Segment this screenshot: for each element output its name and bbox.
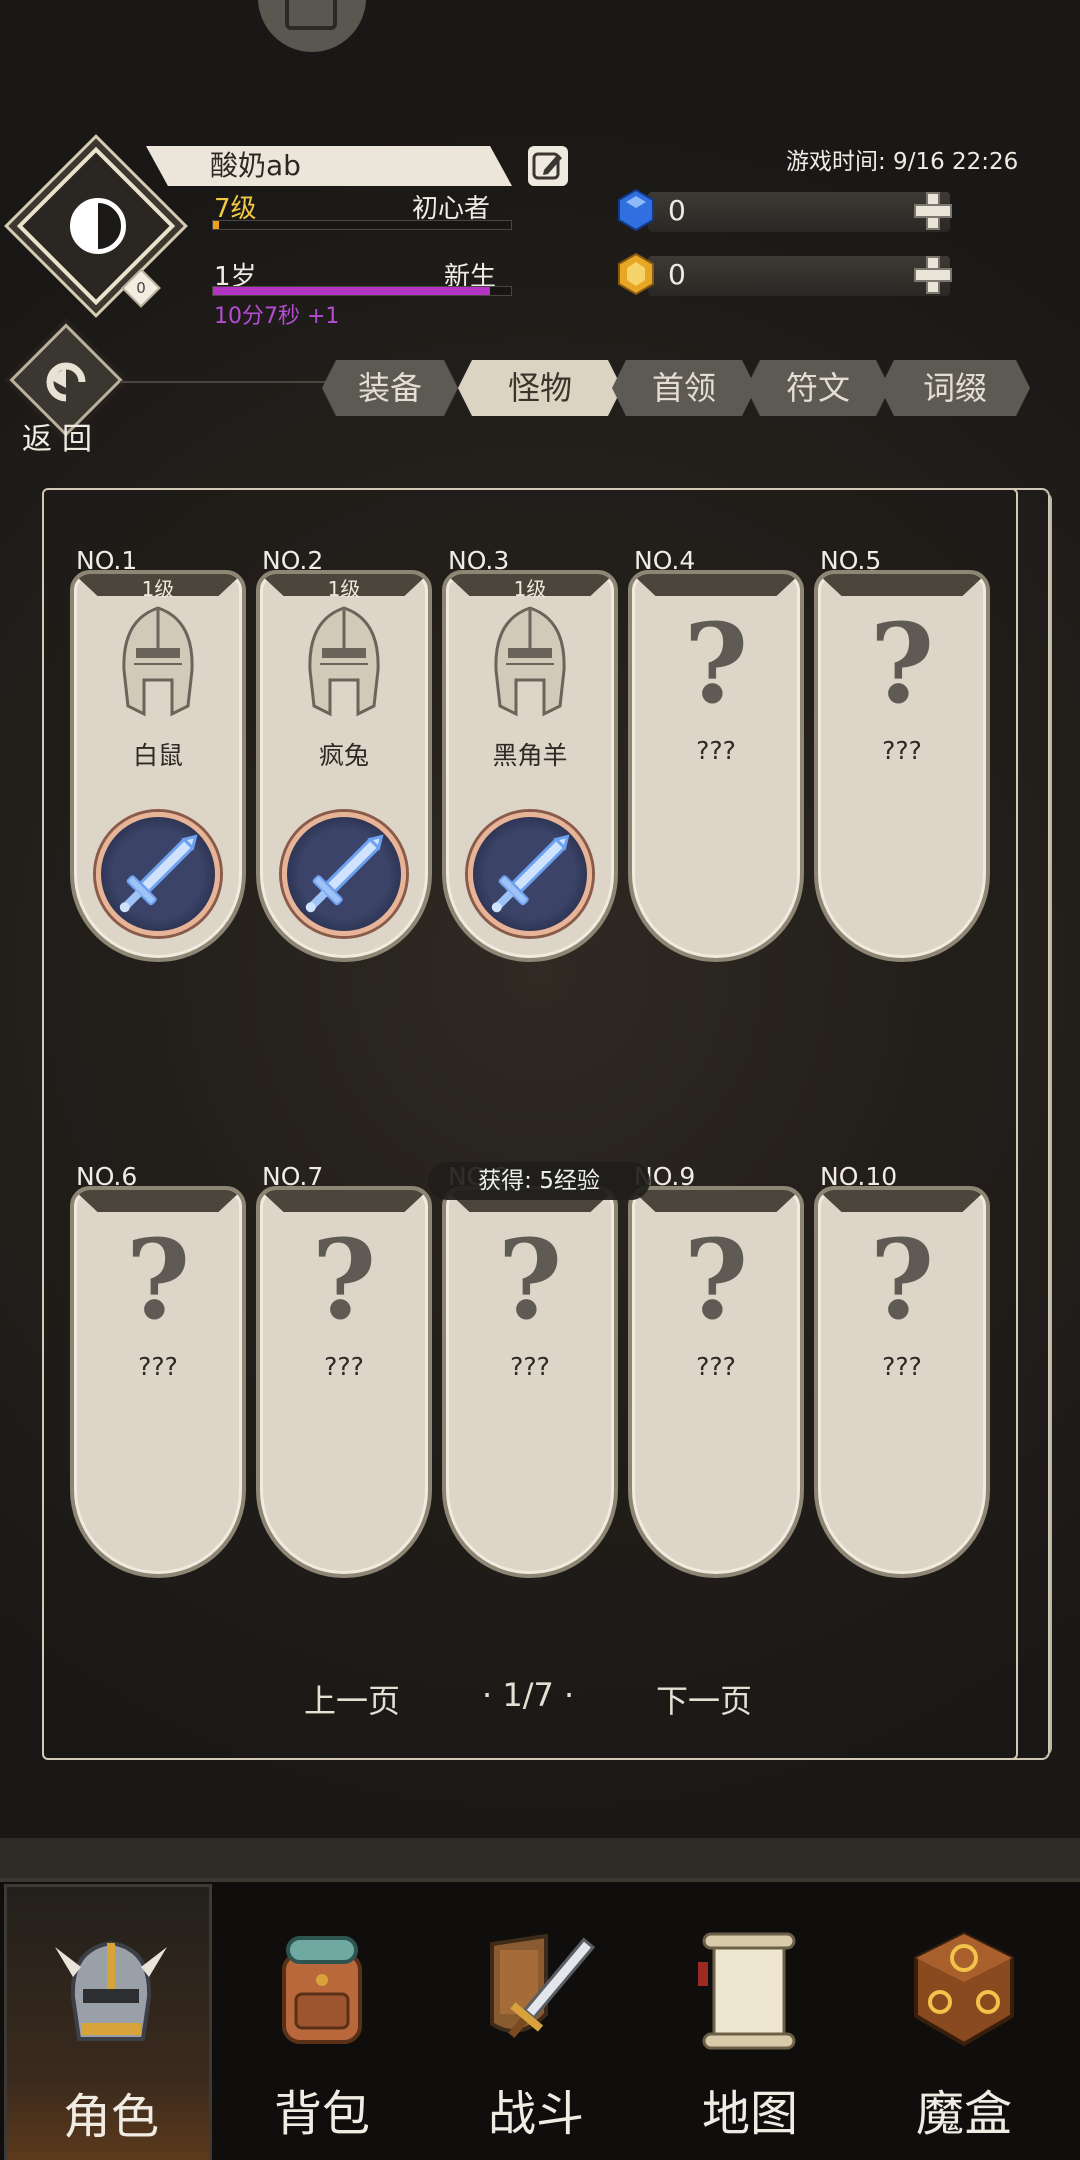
gold-gem-bar — [648, 256, 950, 296]
level-progress-bar — [212, 220, 512, 230]
nav-item-role[interactable]: 角色 — [4, 1884, 212, 2160]
nav-label: 地图 — [701, 2086, 798, 2142]
card-level: 1级 — [327, 577, 361, 601]
helmet-icon — [114, 600, 202, 720]
question-mark-icon: ? — [125, 1215, 191, 1344]
card-level: 1级 — [513, 577, 547, 601]
header-divider — [120, 381, 330, 383]
sword-shield-icon — [476, 1924, 596, 2054]
nav-item-backpack[interactable]: 背包 — [218, 1884, 426, 2160]
avatar-icon — [70, 198, 126, 254]
question-mark-icon: ? — [683, 1215, 749, 1344]
tab-bosses[interactable]: 首领 — [612, 360, 756, 416]
player-name: 酸奶ab — [210, 149, 301, 182]
gold-gem-value: 0 — [668, 258, 686, 291]
puzzle-icon — [285, 0, 337, 30]
monster-card[interactable]: ???? — [442, 1186, 618, 1578]
nav-label: 战斗 — [487, 2086, 584, 2142]
card-name: ??? — [138, 1352, 178, 1381]
tab-equipment[interactable]: 装备 — [322, 360, 458, 416]
nav-label: 背包 — [273, 2086, 370, 2142]
name-plate — [146, 146, 512, 186]
book-pages-inner — [1016, 492, 1052, 1756]
sword-icon — [282, 812, 406, 936]
card-notch — [818, 1190, 986, 1212]
question-mark-icon: ? — [869, 599, 935, 728]
blue-gem-value: 0 — [668, 194, 686, 227]
backpack-icon — [262, 1924, 382, 2054]
card-notch — [818, 574, 986, 596]
back-label: 返回 — [22, 422, 102, 457]
scroll-map-icon — [690, 1924, 810, 2054]
helmet-icon — [486, 600, 574, 720]
card-name: 疯兔 — [318, 741, 369, 770]
back-arrow-icon — [46, 362, 86, 402]
monster-card[interactable]: ???? — [628, 1186, 804, 1578]
page-indicator: · 1/7 · — [482, 1676, 575, 1714]
nav-label: 魔盒 — [915, 2086, 1012, 2142]
card-name: ??? — [696, 736, 736, 765]
blue-gem-bar — [648, 192, 950, 232]
card-name: ??? — [882, 736, 922, 765]
question-mark-icon: ? — [311, 1215, 377, 1344]
card-name: 黑角羊 — [492, 741, 568, 770]
next-page-button[interactable]: 下一页 — [656, 1676, 752, 1722]
tab-affixes[interactable]: 词缀 — [880, 360, 1030, 416]
nav-item-map[interactable]: 地图 — [646, 1884, 854, 2160]
monster-card[interactable]: ???? — [70, 1186, 246, 1578]
monster-card[interactable]: ???? — [814, 1186, 990, 1578]
question-mark-icon: ? — [683, 599, 749, 728]
level-progress-fill — [213, 221, 219, 229]
sword-icon — [96, 812, 220, 936]
add-blue-gem-icon[interactable] — [912, 190, 952, 230]
prev-page-button[interactable]: 上一页 — [304, 1676, 400, 1722]
card-notch — [74, 1190, 242, 1212]
monster-card[interactable]: 1级黑角羊 — [442, 570, 618, 962]
card-notch — [260, 1190, 428, 1212]
age-progress-bar — [212, 286, 512, 296]
card-level: 1级 — [141, 577, 175, 601]
monster-card[interactable]: ???? — [814, 570, 990, 962]
card-name: ??? — [324, 1352, 364, 1381]
avatar-badge-count: 0 — [136, 279, 146, 297]
helmet-icon — [51, 1927, 171, 2057]
nav-label: 角色 — [62, 2089, 159, 2145]
monster-card[interactable]: ???? — [628, 570, 804, 962]
monster-card[interactable]: 1级疯兔 — [256, 570, 432, 962]
monster-card[interactable]: ???? — [256, 1186, 432, 1578]
age-progress-fill — [213, 287, 491, 295]
add-gold-gem-icon[interactable] — [912, 254, 952, 294]
sword-icon — [468, 812, 592, 936]
question-mark-icon: ? — [497, 1215, 563, 1344]
nav-strip — [0, 1838, 1080, 1878]
nav-item-magic-box[interactable]: 魔盒 — [860, 1884, 1068, 2160]
nav-item-battle[interactable]: 战斗 — [432, 1884, 640, 2160]
tab-runes[interactable]: 符文 — [746, 360, 890, 416]
card-name: 白鼠 — [132, 741, 183, 770]
card-name: ??? — [510, 1352, 550, 1381]
edit-name-icon[interactable] — [528, 146, 568, 186]
card-name: ??? — [882, 1352, 922, 1381]
age-timer: 10分7秒 +1 — [214, 304, 340, 329]
question-mark-icon: ? — [869, 1215, 935, 1344]
card-name: ??? — [696, 1352, 736, 1381]
gold-gem-icon — [618, 252, 654, 296]
magic-box-icon — [904, 1924, 1024, 2054]
monster-card[interactable]: 1级白鼠 — [70, 570, 246, 962]
card-notch — [632, 574, 800, 596]
blue-gem-icon — [618, 188, 654, 232]
exp-tooltip: 获得: 5经验 — [428, 1162, 650, 1200]
helmet-icon — [300, 600, 388, 720]
tab-monsters[interactable]: 怪物 — [458, 360, 622, 416]
game-time: 游戏时间: 9/16 22:26 — [786, 149, 1019, 175]
card-notch — [632, 1190, 800, 1212]
